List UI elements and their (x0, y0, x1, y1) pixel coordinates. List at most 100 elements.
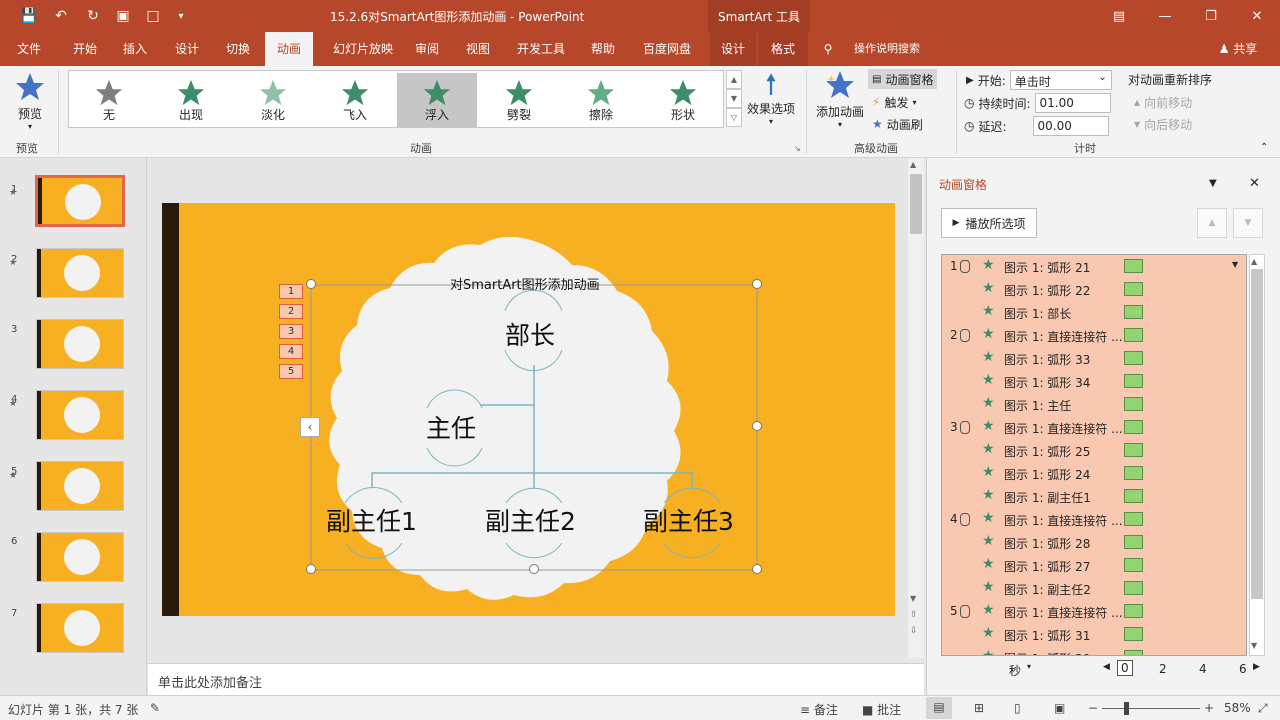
animation-list-item[interactable]: ★ 图示 1: 弧形 25 (942, 439, 1246, 462)
anim-tag-2[interactable]: 2 (279, 304, 303, 319)
animation-list-item[interactable]: ★ 图示 1: 副主任1 (942, 485, 1246, 508)
anim-tag-5[interactable]: 5 (279, 364, 303, 379)
animation-list-item[interactable]: ★ 图示 1: 弧形 30 (942, 646, 1246, 655)
tab-smartart-design[interactable]: 设计 (710, 32, 756, 66)
tab-animations[interactable]: 动画 (265, 32, 313, 66)
anim-wipe[interactable]: 擦除 (561, 73, 641, 127)
animation-list-item[interactable]: 3 ★ 图示 1: 直接连接符 ... (942, 416, 1246, 439)
animation-list-item[interactable]: ★ 图示 1: 部长 (942, 301, 1246, 324)
tab-developer[interactable]: 开发工具 (506, 32, 576, 66)
zoom-slider-thumb[interactable] (1124, 702, 1129, 715)
undo-icon[interactable]: ↶ (50, 6, 72, 26)
slideshow-icon[interactable]: ▣ (1054, 701, 1065, 715)
animation-list-item[interactable]: ★ 图示 1: 弧形 27 (942, 554, 1246, 577)
collapse-ribbon-icon[interactable]: ⌃ (1260, 142, 1268, 153)
animation-list-item[interactable]: ★ 图示 1: 主任 (942, 393, 1246, 416)
start-select[interactable]: 单击时 ⌄ (1009, 70, 1112, 90)
zoom-out-icon[interactable]: − (1088, 701, 1098, 715)
animation-list-item[interactable]: 5 ★ 图示 1: 直接连接符 ... (942, 600, 1246, 623)
anim-fly-in[interactable]: 飞入 (315, 73, 395, 127)
animation-list-scrollbar[interactable]: ▲ ▼ (1249, 254, 1265, 656)
anim-tag-4[interactable]: 4 (279, 344, 303, 359)
ribbon-display-icon[interactable]: ▤ (1096, 0, 1142, 32)
animation-painter-button[interactable]: ★ 动画刷 (872, 114, 923, 134)
list-scroll-up-icon[interactable]: ▲ (1251, 257, 1257, 266)
node-mid[interactable]: 主任 (426, 409, 476, 445)
tab-smartart-format[interactable]: 格式 (758, 32, 808, 66)
anim-float-in[interactable]: 浮入 (397, 73, 477, 127)
resize-handle[interactable] (752, 564, 762, 574)
resize-handle[interactable] (529, 564, 539, 574)
resize-handle[interactable] (752, 279, 762, 289)
anim-split[interactable]: 劈裂 (479, 73, 559, 127)
tab-file[interactable]: 文件 (6, 32, 52, 66)
animation-list-item[interactable]: ★ 图示 1: 弧形 24 (942, 462, 1246, 485)
next-slide-icon[interactable]: ⇩ (910, 626, 918, 636)
list-scroll-thumb[interactable] (1251, 269, 1263, 599)
close-button[interactable]: ✕ (1234, 0, 1280, 32)
animation-list-item[interactable]: ★ 图示 1: 弧形 34 (942, 370, 1246, 393)
node-top[interactable]: 部长 (505, 316, 555, 352)
presentation-icon[interactable]: ▣ (112, 6, 134, 26)
smartart-graphic[interactable] (162, 203, 895, 616)
tab-help[interactable]: 帮助 (584, 32, 622, 66)
list-scroll-down-icon[interactable]: ▼ (1251, 641, 1257, 650)
scroll-thumb[interactable] (910, 174, 922, 234)
tab-design[interactable]: 设计 (164, 32, 210, 66)
touch-mode-icon[interactable]: □ (142, 6, 164, 26)
reading-view-icon[interactable]: ▯ (1014, 701, 1021, 715)
anim-tag-1[interactable]: 1 (279, 284, 303, 299)
fit-to-window-icon[interactable]: ⤢ (1258, 701, 1268, 716)
slide-thumb-1[interactable] (35, 175, 125, 227)
redo-icon[interactable]: ↻ (82, 6, 104, 26)
normal-view-icon[interactable]: ▤ (926, 697, 952, 719)
save-icon[interactable]: 💾 (18, 6, 40, 26)
preview-dropdown-icon[interactable]: ▾ (10, 122, 50, 131)
text-pane-toggle-icon[interactable]: ‹ (300, 417, 320, 437)
prev-slide-icon[interactable]: ⇧ (910, 610, 918, 620)
node-b3[interactable]: 副主任3 (643, 502, 734, 538)
slide-thumb-4[interactable] (36, 390, 124, 440)
slide-thumb-7[interactable] (36, 603, 124, 653)
play-selected-button[interactable]: ▶ 播放所选项 (941, 208, 1037, 238)
item-dropdown-icon[interactable]: ▼ (1232, 260, 1238, 269)
slide-thumb-3[interactable] (36, 319, 124, 369)
tell-me-search[interactable]: 操作说明搜索 (848, 32, 926, 66)
notes-pane[interactable]: 单击此处添加备注 (148, 663, 924, 695)
slide-title[interactable]: 对SmartArt图形添加动画 (450, 274, 600, 293)
effect-options-button[interactable]: 🠕 效果选项 ▾ (745, 70, 797, 127)
notes-toggle[interactable]: ≡ 备注 (800, 701, 838, 718)
slide-scrollbar[interactable]: ▲ ▼ ⇧ ⇩ (908, 158, 924, 658)
gallery-up-icon[interactable]: ▲ (726, 70, 742, 89)
animation-list-item[interactable]: ★ 图示 1: 副主任2 (942, 577, 1246, 600)
anim-none[interactable]: 无 (69, 73, 149, 127)
duration-input[interactable]: 01.00 (1034, 93, 1111, 113)
zoom-level[interactable]: 58% (1224, 701, 1251, 715)
animation-list-item[interactable]: ★ 图示 1: 弧形 31 (942, 623, 1246, 646)
tab-home[interactable]: 开始 (60, 32, 110, 66)
animation-list-item[interactable]: 2 ★ 图示 1: 直接连接符 ... (942, 324, 1246, 347)
anim-tag-3[interactable]: 3 (279, 324, 303, 339)
animation-list-item[interactable]: ★ 图示 1: 弧形 28 (942, 531, 1246, 554)
tab-slideshow[interactable]: 幻灯片放映 (318, 32, 408, 66)
comments-toggle[interactable]: ■ 批注 (862, 701, 901, 718)
pane-close-icon[interactable]: ✕ (1249, 176, 1260, 191)
timeline-unit[interactable]: 秒 (1009, 662, 1021, 679)
gallery-down-icon[interactable]: ▼ (726, 89, 742, 108)
share-button[interactable]: ♟ 共享 (1208, 32, 1268, 66)
resize-handle[interactable] (752, 421, 762, 431)
slide-thumb-5[interactable] (36, 461, 124, 511)
pane-options-icon[interactable]: ▼ (1209, 178, 1217, 189)
animation-list-item[interactable]: ★ 图示 1: 弧形 22 (942, 278, 1246, 301)
timeline-left-icon[interactable]: ◀ (1103, 662, 1110, 672)
accessibility-icon[interactable]: ✎ (150, 701, 160, 715)
resize-handle[interactable] (306, 564, 316, 574)
zoom-slider[interactable] (1102, 708, 1200, 709)
animation-list-item[interactable]: ★ 图示 1: 弧形 33 (942, 347, 1246, 370)
preview-button[interactable]: 预览 ▾ (10, 72, 50, 131)
dialog-launcher-icon[interactable]: ↘ (794, 144, 801, 153)
move-up-icon[interactable]: ▲ (1197, 208, 1227, 238)
animation-list-item[interactable]: 4 ★ 图示 1: 直接连接符 ... (942, 508, 1246, 531)
scroll-down-icon[interactable]: ▼ (910, 594, 916, 603)
slide-thumb-2[interactable] (36, 248, 124, 298)
